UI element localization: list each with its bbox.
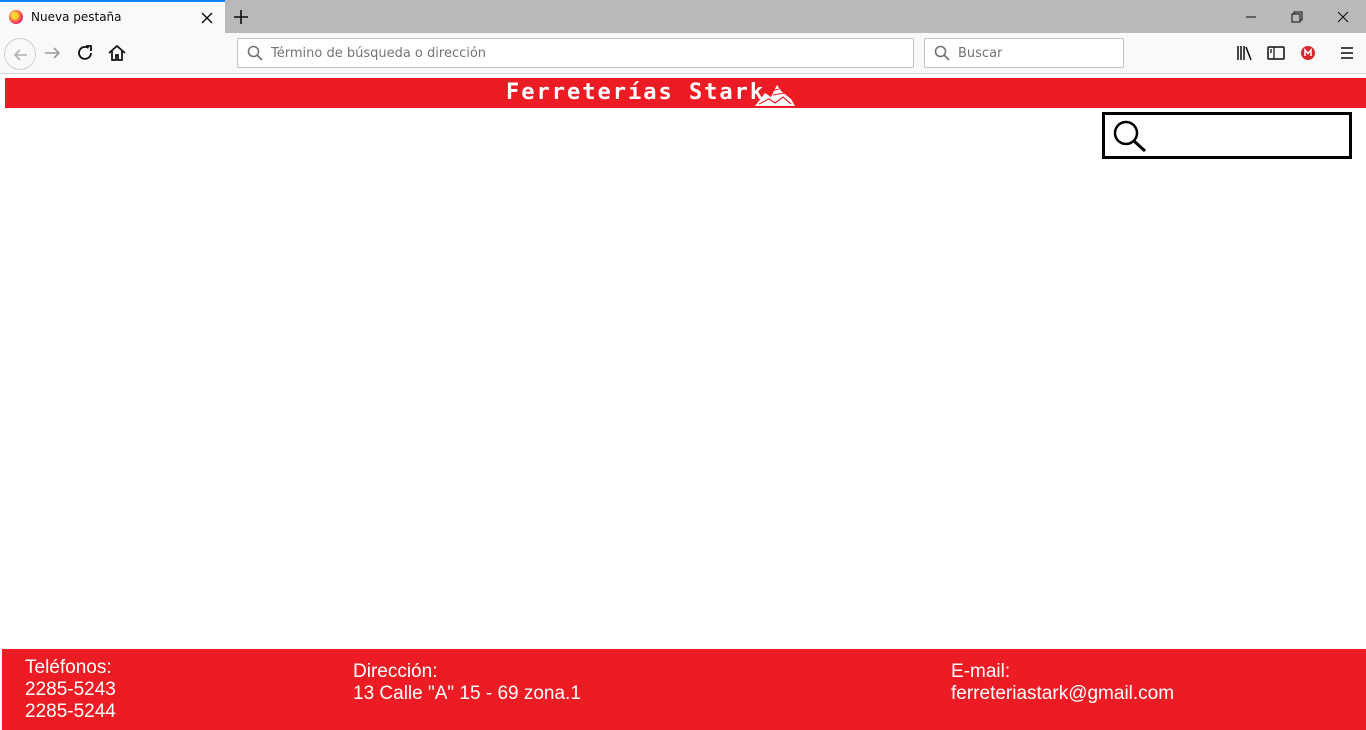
magnifier-icon (1113, 120, 1147, 153)
site-search-box[interactable] (1102, 112, 1352, 159)
address-label: Dirección: (353, 661, 438, 682)
address-input[interactable] (271, 39, 901, 67)
email-value: ferreteriastark@gmail.com (951, 683, 1175, 704)
search-input[interactable] (958, 39, 1118, 67)
search-icon (247, 45, 263, 61)
close-window-icon[interactable] (1332, 6, 1354, 28)
plus-icon[interactable] (230, 6, 252, 28)
mega-icon[interactable] (1296, 41, 1320, 65)
search-bar[interactable] (924, 38, 1124, 68)
address-bar[interactable] (237, 38, 914, 68)
address-value: 13 Calle "A" 15 - 69 zona.1 (353, 683, 581, 704)
library-icon[interactable] (1233, 41, 1257, 65)
site-header: Ferreterías Stark (0, 78, 1366, 108)
phone-1: 2285-5243 (25, 679, 116, 700)
site-title: Ferreterías Stark (506, 80, 766, 105)
stark-logo-icon (755, 85, 795, 106)
home-icon[interactable] (105, 41, 129, 65)
email-label: E-mail: (951, 661, 1011, 682)
firefox-icon (9, 10, 23, 24)
forward-icon[interactable] (41, 41, 65, 65)
phones-label: Teléfonos: (25, 657, 112, 678)
page-content: Ferreterías Stark Teléfonos: 2285-5243 2… (0, 75, 1366, 730)
reload-icon[interactable] (73, 41, 97, 65)
menu-icon[interactable] (1335, 41, 1359, 65)
close-icon[interactable] (199, 10, 215, 26)
site-search-input[interactable] (1153, 119, 1345, 153)
sidebar-icon[interactable] (1264, 41, 1288, 65)
minimize-icon[interactable] (1240, 6, 1262, 28)
phone-2: 2285-5244 (25, 701, 116, 722)
back-icon (13, 49, 27, 61)
search-icon (934, 45, 950, 61)
tab-strip: Nueva pestaña (0, 0, 1366, 33)
tab-title: Nueva pestaña (31, 10, 122, 24)
tab-nueva-pestana[interactable]: Nueva pestaña (0, 0, 225, 33)
restore-icon[interactable] (1286, 6, 1308, 28)
back-button[interactable] (4, 38, 36, 70)
site-footer: Teléfonos: 2285-5243 2285-5244 Dirección… (0, 649, 1366, 730)
navigation-toolbar (0, 33, 1366, 74)
